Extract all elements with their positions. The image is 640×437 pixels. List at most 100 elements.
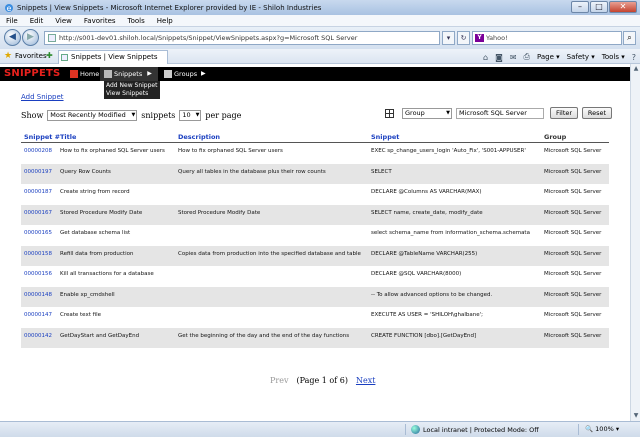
cell-snippet-id[interactable]: 00000167 xyxy=(24,210,52,216)
header-group: Group xyxy=(544,133,567,141)
sort-select[interactable]: Most Recently Modified ▼ xyxy=(47,109,138,121)
window-titlebar: e Snippets | View Snippets - Microsoft I… xyxy=(0,0,640,15)
cell-title: Enable xp_cmdshell xyxy=(60,291,115,298)
header-title[interactable]: Title xyxy=(60,133,76,141)
cell-group: Microsoft SQL Server xyxy=(544,271,602,277)
nav-groups-label: Groups xyxy=(174,70,198,78)
next-link[interactable]: Next xyxy=(356,376,375,385)
security-zone[interactable]: Local intranet | Protected Mode: Off xyxy=(411,425,539,434)
menu-edit[interactable]: Edit xyxy=(30,17,44,25)
nav-snippets[interactable]: Snippets ▶ xyxy=(100,67,158,81)
dropdown-add-new-snippet[interactable]: Add New Snippet xyxy=(106,82,158,90)
cell-description: Query all tables in the database plus th… xyxy=(178,168,326,175)
mail-icon[interactable]: ✉ xyxy=(510,53,517,62)
add-favorite-icon[interactable]: ✚ xyxy=(46,51,53,60)
dropdown-view-snippets[interactable]: View Snippets xyxy=(106,90,158,98)
brand-logo[interactable]: SNIPPETS xyxy=(4,68,60,80)
table-row: 00000158 Refill data from production Copie… xyxy=(21,245,609,266)
address-bar[interactable]: http://s001-dev01.shiloh.local/Snippets/… xyxy=(44,31,440,45)
table-row: 00000197 Query Row Counts Query all tables… xyxy=(21,163,609,184)
grid-icon[interactable] xyxy=(385,108,394,118)
snippets-label: snippets xyxy=(141,110,176,120)
cell-snippet-id[interactable]: 00000156 xyxy=(24,271,52,277)
vertical-scrollbar[interactable]: ▲ ▼ xyxy=(630,64,640,421)
scroll-up-icon[interactable]: ▲ xyxy=(632,65,640,73)
print-icon[interactable]: ⎙ xyxy=(524,52,530,62)
pager: Prev (Page 1 of 6) Next xyxy=(270,376,375,385)
filter-button[interactable]: Filter xyxy=(550,107,578,119)
arrow-right-icon: ▶ xyxy=(27,32,34,42)
cell-title: How to fix orphaned SQL Server users xyxy=(60,148,165,154)
search-input[interactable]: Y Yahoo! xyxy=(472,31,622,45)
scroll-down-icon[interactable]: ▼ xyxy=(632,412,640,420)
cell-snippet-id[interactable]: 00000197 xyxy=(24,169,52,175)
tools-menu[interactable]: Tools ▾ xyxy=(602,53,625,61)
menu-tools[interactable]: Tools xyxy=(128,17,145,25)
menu-help[interactable]: Help xyxy=(157,17,173,25)
cell-snippet-id[interactable]: 00000208 xyxy=(24,148,52,154)
cell-snippet-id[interactable]: 00000165 xyxy=(24,230,52,236)
address-dropdown-button[interactable]: ▾ xyxy=(442,31,455,45)
arrow-left-icon: ◀ xyxy=(9,32,16,42)
cell-snippet-id[interactable]: 00000147 xyxy=(24,312,52,318)
favorites-button[interactable]: Favorites xyxy=(15,52,47,60)
favorites-star-icon[interactable]: ★ xyxy=(4,51,12,61)
nav-groups-arrow-icon: ▶ xyxy=(201,70,206,77)
address-toolbar: ◀ ▶ http://s001-dev01.shiloh.local/Snipp… xyxy=(0,27,640,49)
cell-snippet-id[interactable]: 00000148 xyxy=(24,292,52,298)
table-header: Snippet # Title Description Snippet Grou… xyxy=(21,132,609,143)
cell-snippet: CREATE FUNCTION [dbo].[GetDayEnd] xyxy=(371,332,477,339)
add-snippet-link[interactable]: Add Snippet xyxy=(21,93,64,101)
nav-groups[interactable]: Groups xyxy=(164,67,197,81)
header-description[interactable]: Description xyxy=(178,133,220,141)
status-separator xyxy=(405,424,406,435)
filter-input[interactable]: Microsoft SQL Server xyxy=(456,107,544,119)
cell-snippet: EXEC sp_change_users_login 'Auto_Fix', '… xyxy=(371,148,526,154)
favorites-bar: ★ Favorites ✚ Snippets | View Snippets ⌂… xyxy=(0,49,640,64)
cell-title: Kill all transactions for a database xyxy=(60,271,154,277)
cell-group: Microsoft SQL Server xyxy=(544,250,602,257)
status-separator xyxy=(578,424,579,435)
reset-button[interactable]: Reset xyxy=(582,107,612,119)
table-row: 00000208 How to fix orphaned SQL Server u… xyxy=(21,143,609,164)
browser-tab[interactable]: Snippets | View Snippets xyxy=(58,50,168,64)
cell-description: Stored Procedure Modify Date xyxy=(178,209,261,216)
filter-field-select[interactable]: Group ▼ xyxy=(402,107,452,119)
cell-group: Microsoft SQL Server xyxy=(544,312,602,318)
page-icon xyxy=(48,34,56,42)
back-button[interactable]: ◀ xyxy=(4,29,21,46)
page-content: SNIPPETS Home Snippets ▶ Groups ▶ Add Ne… xyxy=(0,64,630,421)
home-icon[interactable]: ⌂ xyxy=(483,53,488,62)
cell-group: Microsoft SQL Server xyxy=(544,209,602,216)
menu-file[interactable]: File xyxy=(6,17,18,25)
zoom-level[interactable]: 🔍 100% ▾ xyxy=(585,425,619,433)
cell-snippet-id[interactable]: 00000142 xyxy=(24,333,52,339)
svg-text:e: e xyxy=(7,4,12,13)
cell-snippet-id[interactable]: 00000158 xyxy=(24,251,52,257)
feeds-icon[interactable]: ◙ xyxy=(495,53,503,62)
menu-view[interactable]: View xyxy=(55,17,72,25)
minimize-button[interactable]: – xyxy=(571,1,589,13)
globe-icon xyxy=(411,425,420,434)
close-button[interactable]: ✕ xyxy=(609,1,637,13)
nav-home[interactable]: Home xyxy=(70,67,99,81)
search-button[interactable]: ⌕ xyxy=(623,31,636,45)
safety-menu[interactable]: Safety ▾ xyxy=(567,53,595,61)
page-size-select[interactable]: 10 ▼ xyxy=(179,109,202,121)
cell-snippet: SELECT name, create_date, modify_date xyxy=(371,209,483,216)
page-menu[interactable]: Page ▾ xyxy=(537,53,560,61)
table-body: 00000208 How to fix orphaned SQL Server u… xyxy=(21,143,609,348)
header-snippet-number[interactable]: Snippet # xyxy=(24,133,60,141)
address-url: http://s001-dev01.shiloh.local/Snippets/… xyxy=(59,34,358,42)
cell-snippet-id[interactable]: 00000187 xyxy=(24,189,52,195)
cell-description: Copies data from production into the spe… xyxy=(178,250,361,257)
forward-button[interactable]: ▶ xyxy=(22,29,39,46)
refresh-button[interactable]: ↻ xyxy=(457,31,470,45)
per-page-label: per page xyxy=(205,110,242,120)
header-snippet[interactable]: Snippet xyxy=(371,133,399,141)
table-row: 00000148 Enable xp_cmdshell -- To allow ad… xyxy=(21,286,609,307)
chevron-down-icon: ▾ xyxy=(446,34,451,42)
menu-favorites[interactable]: Favorites xyxy=(84,17,116,25)
maximize-button[interactable]: □ xyxy=(590,1,608,13)
help-icon[interactable]: ? xyxy=(632,53,636,62)
